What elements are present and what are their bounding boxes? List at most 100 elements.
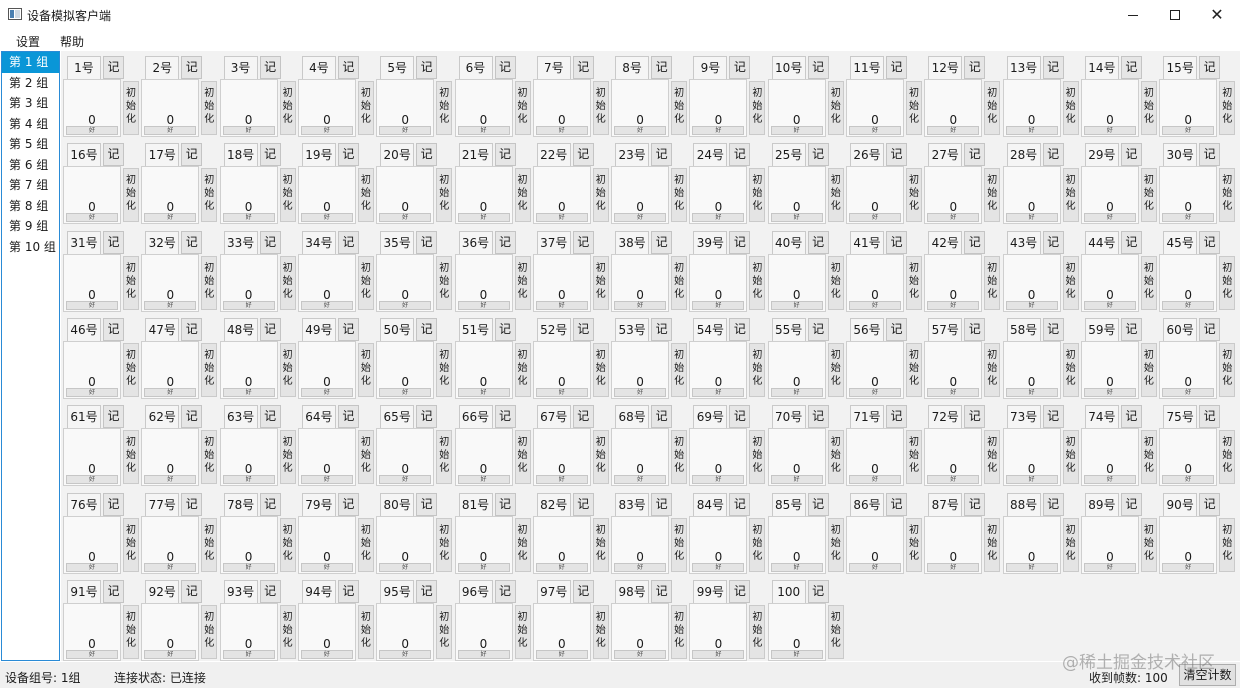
init-button[interactable]: 初始化 — [279, 604, 296, 659]
record-button[interactable]: 记 — [1120, 230, 1142, 254]
init-button[interactable]: 初始化 — [123, 430, 139, 485]
good-button[interactable]: 好 — [770, 562, 823, 572]
init-button[interactable]: 初始化 — [906, 168, 922, 223]
record-button[interactable]: 记 — [651, 579, 673, 603]
record-button[interactable]: 记 — [807, 143, 829, 167]
good-button[interactable]: 好 — [770, 649, 823, 659]
device-tab[interactable]: 26号 — [850, 143, 884, 167]
init-button[interactable]: 初始化 — [906, 342, 922, 397]
init-button[interactable]: 初始化 — [201, 255, 218, 310]
device-tab[interactable]: 87号 — [928, 492, 963, 516]
init-button[interactable]: 初始化 — [514, 604, 531, 659]
record-button[interactable]: 记 — [1120, 56, 1142, 79]
record-button[interactable]: 记 — [1199, 143, 1221, 167]
good-button[interactable]: 好 — [770, 126, 823, 135]
device-tab[interactable]: 12号 — [928, 56, 963, 79]
init-button[interactable]: 初始化 — [357, 517, 374, 572]
device-tab[interactable]: 96号 — [458, 579, 493, 603]
init-button[interactable]: 初始化 — [984, 430, 1001, 485]
device-tab[interactable]: 7号 — [536, 56, 571, 79]
init-button[interactable]: 初始化 — [1219, 168, 1236, 223]
init-button[interactable]: 初始化 — [201, 604, 218, 659]
device-tab[interactable]: 62号 — [145, 405, 180, 429]
record-button[interactable]: 记 — [259, 56, 281, 79]
init-button[interactable]: 初始化 — [984, 517, 1001, 572]
device-tab[interactable]: 38号 — [615, 230, 650, 254]
record-button[interactable]: 记 — [337, 405, 359, 429]
init-button[interactable]: 初始化 — [827, 517, 844, 572]
record-button[interactable]: 记 — [1199, 405, 1221, 429]
good-button[interactable]: 好 — [927, 300, 980, 310]
device-tab[interactable]: 92号 — [145, 579, 180, 603]
good-button[interactable]: 好 — [1005, 213, 1058, 223]
init-button[interactable]: 初始化 — [906, 255, 922, 310]
device-tab[interactable]: 70号 — [771, 405, 806, 429]
good-button[interactable]: 好 — [66, 649, 118, 659]
record-button[interactable]: 记 — [181, 56, 203, 79]
record-button[interactable]: 记 — [1120, 317, 1142, 341]
device-tab[interactable]: 6号 — [458, 56, 493, 79]
device-tab[interactable]: 71号 — [850, 405, 884, 429]
record-button[interactable]: 记 — [729, 56, 751, 79]
good-button[interactable]: 好 — [1005, 300, 1058, 310]
good-button[interactable]: 好 — [66, 562, 118, 572]
device-tab[interactable]: 53号 — [615, 317, 650, 341]
init-button[interactable]: 初始化 — [1062, 430, 1079, 485]
device-tab[interactable]: 5号 — [380, 56, 415, 79]
init-button[interactable]: 初始化 — [906, 430, 922, 485]
good-button[interactable]: 好 — [1162, 300, 1215, 310]
device-tab[interactable]: 85号 — [771, 492, 806, 516]
record-button[interactable]: 记 — [1042, 492, 1064, 516]
good-button[interactable]: 好 — [1083, 387, 1136, 397]
record-button[interactable]: 记 — [572, 405, 594, 429]
record-button[interactable]: 记 — [729, 492, 751, 516]
device-tab[interactable]: 22号 — [536, 143, 571, 167]
good-button[interactable]: 好 — [535, 213, 588, 223]
good-button[interactable]: 好 — [457, 300, 510, 310]
record-button[interactable]: 记 — [964, 230, 986, 254]
init-button[interactable]: 初始化 — [357, 255, 374, 310]
device-tab[interactable]: 66号 — [458, 405, 493, 429]
good-button[interactable]: 好 — [535, 562, 588, 572]
record-button[interactable]: 记 — [103, 143, 124, 167]
init-button[interactable]: 初始化 — [201, 342, 218, 397]
good-button[interactable]: 好 — [1005, 562, 1058, 572]
good-button[interactable]: 好 — [1162, 475, 1215, 485]
init-button[interactable]: 初始化 — [749, 430, 766, 485]
device-tab[interactable]: 83号 — [615, 492, 650, 516]
good-button[interactable]: 好 — [849, 387, 901, 397]
good-button[interactable]: 好 — [849, 213, 901, 223]
good-button[interactable]: 好 — [144, 475, 197, 485]
good-button[interactable]: 好 — [1162, 562, 1215, 572]
good-button[interactable]: 好 — [300, 387, 353, 397]
init-button[interactable]: 初始化 — [1140, 342, 1157, 397]
good-button[interactable]: 好 — [535, 475, 588, 485]
device-tab[interactable]: 27号 — [928, 143, 963, 167]
good-button[interactable]: 好 — [535, 387, 588, 397]
init-button[interactable]: 初始化 — [514, 342, 531, 397]
good-button[interactable]: 好 — [849, 126, 901, 135]
init-button[interactable]: 初始化 — [592, 168, 609, 223]
init-button[interactable]: 初始化 — [1140, 430, 1157, 485]
device-tab[interactable]: 76号 — [67, 492, 101, 516]
good-button[interactable]: 好 — [222, 300, 275, 310]
init-button[interactable]: 初始化 — [123, 342, 139, 397]
record-button[interactable]: 记 — [1120, 492, 1142, 516]
good-button[interactable]: 好 — [1162, 387, 1215, 397]
device-tab[interactable]: 77号 — [145, 492, 180, 516]
device-tab[interactable]: 64号 — [301, 405, 336, 429]
device-tab[interactable]: 3号 — [223, 56, 258, 79]
record-button[interactable]: 记 — [886, 492, 907, 516]
init-button[interactable]: 初始化 — [984, 342, 1001, 397]
record-button[interactable]: 记 — [181, 405, 203, 429]
device-tab[interactable]: 60号 — [1163, 317, 1198, 341]
device-tab[interactable]: 15号 — [1163, 56, 1198, 79]
init-button[interactable]: 初始化 — [279, 255, 296, 310]
init-button[interactable]: 初始化 — [436, 517, 453, 572]
good-button[interactable]: 好 — [1083, 300, 1136, 310]
init-button[interactable]: 初始化 — [1140, 255, 1157, 310]
group-item[interactable]: 第 1 组 — [2, 52, 59, 73]
record-button[interactable]: 记 — [181, 143, 203, 167]
record-button[interactable]: 记 — [259, 492, 281, 516]
good-button[interactable]: 好 — [379, 300, 432, 310]
